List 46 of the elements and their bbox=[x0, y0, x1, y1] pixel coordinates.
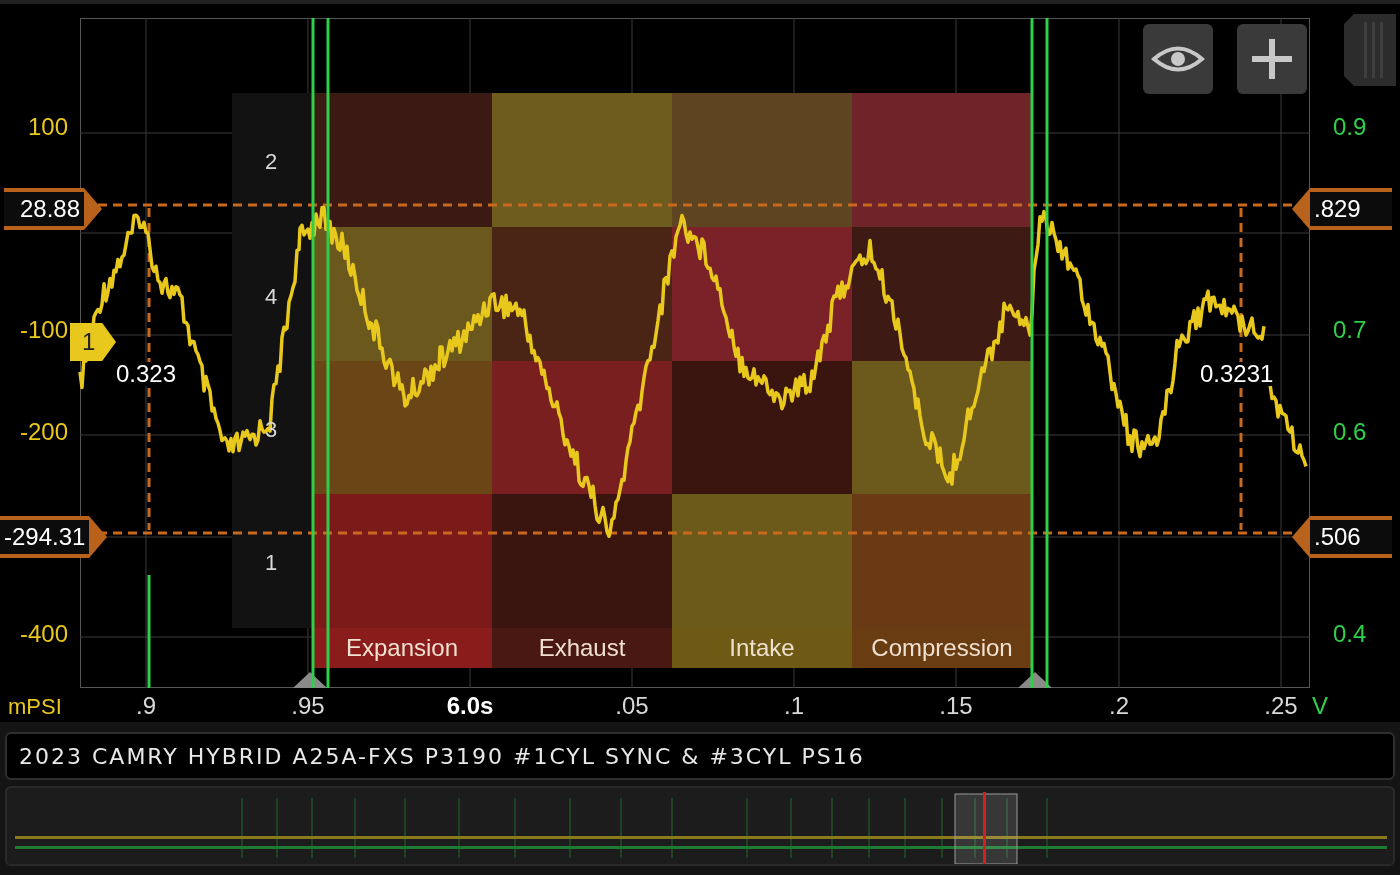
axis-label: 0.7 bbox=[1333, 318, 1367, 342]
panel-handle[interactable] bbox=[1344, 14, 1396, 86]
axis-label: 0.4 bbox=[1333, 622, 1367, 646]
axis-label: 6.0s bbox=[445, 694, 495, 718]
eye-button[interactable] bbox=[1143, 24, 1213, 94]
plus-button[interactable] bbox=[1237, 24, 1307, 94]
axis-label: .05 bbox=[614, 694, 650, 718]
cylinder-number: 4 bbox=[265, 286, 278, 308]
cursor-arrow-icon[interactable] bbox=[1292, 188, 1310, 230]
overview-strip[interactable] bbox=[5, 786, 1395, 866]
axis-label: -200 bbox=[18, 420, 68, 444]
axis-label: .9 bbox=[135, 694, 157, 718]
sync-marker-line[interactable] bbox=[1045, 18, 1049, 688]
axis-label: 0.6 bbox=[1333, 420, 1367, 444]
axis-label: .2 bbox=[1108, 694, 1130, 718]
phase-label: Compression bbox=[852, 628, 1032, 668]
phase-label: Expansion bbox=[312, 628, 492, 668]
phase-label: Exhaust bbox=[492, 628, 672, 668]
sync-marker-line[interactable] bbox=[311, 18, 315, 688]
axis-label: -400 bbox=[18, 622, 68, 646]
axis-label: 100 bbox=[26, 115, 68, 139]
cursor-arrow-icon[interactable] bbox=[1292, 516, 1310, 558]
cylinder-number: 2 bbox=[265, 151, 278, 173]
cursor-value[interactable]: -294.31 bbox=[0, 516, 90, 558]
axis-label: .1 bbox=[783, 694, 805, 718]
cylinder-number: 1 bbox=[265, 552, 278, 574]
axis-label: -100 bbox=[18, 318, 68, 342]
cursor-arrow-icon[interactable] bbox=[84, 188, 102, 230]
axis-unit: V bbox=[1312, 694, 1328, 718]
viewport-window[interactable] bbox=[954, 793, 1018, 864]
cursor-value[interactable]: .829 bbox=[1310, 188, 1392, 230]
cursor-value[interactable]: .506 bbox=[1310, 516, 1392, 558]
axis-label: 0.9 bbox=[1333, 115, 1367, 139]
plus-icon bbox=[1252, 39, 1292, 79]
axis-label: .25 bbox=[1263, 694, 1299, 718]
axis-unit: mPSI bbox=[8, 696, 62, 718]
axis-label: .15 bbox=[938, 694, 974, 718]
axis-label: .95 bbox=[290, 694, 326, 718]
eye-icon bbox=[1151, 44, 1205, 74]
sync-marker-line[interactable] bbox=[1030, 18, 1034, 688]
recording-title: 2023 CAMRY HYBRID A25A-FXS P3190 #1CYL SYNC & #3CYL PS16 bbox=[19, 742, 865, 771]
cursor-arrow-icon[interactable] bbox=[89, 516, 108, 558]
phase-label: Intake bbox=[672, 628, 852, 668]
cylinder-number: 3 bbox=[265, 419, 278, 441]
cursor-value[interactable]: 28.88 bbox=[4, 188, 84, 230]
sync-marker-line[interactable] bbox=[326, 18, 330, 688]
